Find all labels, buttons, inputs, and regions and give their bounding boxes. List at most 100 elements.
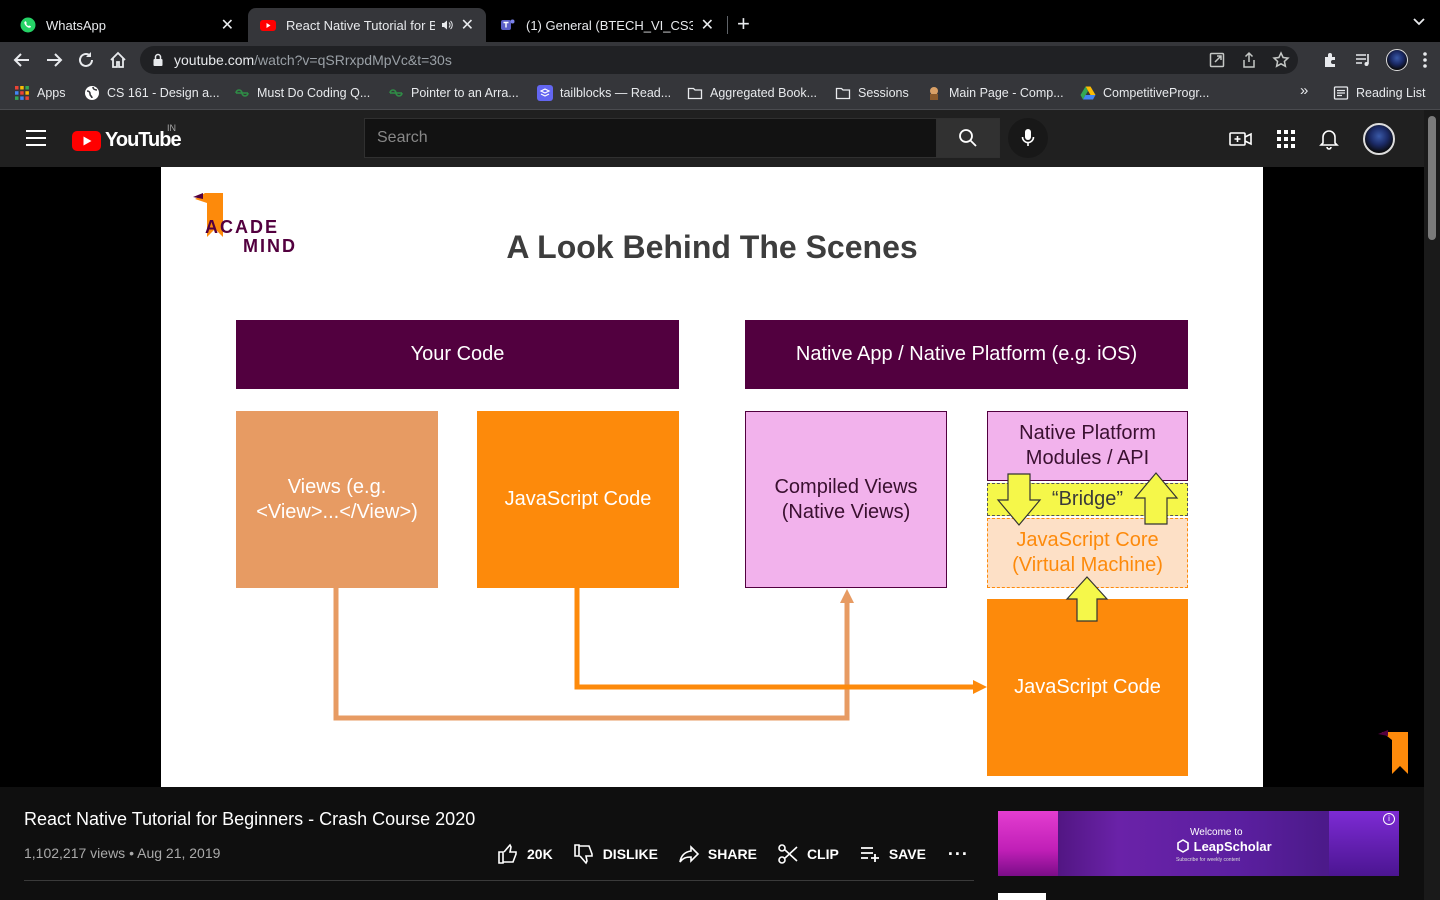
reading-list-button[interactable]: Reading List [1333, 85, 1426, 101]
account-avatar[interactable] [1363, 123, 1395, 155]
open-in-app-icon[interactable] [1208, 51, 1226, 69]
thumbs-down-icon [573, 844, 593, 865]
tab-teams[interactable]: (1) General (BTECH_VI_CS320 ✕ [488, 8, 726, 42]
profile-avatar[interactable] [1386, 49, 1408, 71]
ad-welcome-text: Welcome to [1190, 827, 1243, 838]
address-bar[interactable]: youtube.com/watch?v=qSRrxpdMpVc&t=30s [140, 46, 1298, 74]
whatsapp-icon [20, 17, 36, 33]
hamburger-menu-icon[interactable] [26, 129, 46, 147]
bookmark-label: CS 161 - Design a... [107, 86, 220, 100]
tab-youtube-active[interactable]: React Native Tutorial for Be ✕ [248, 8, 486, 42]
reload-icon[interactable] [76, 50, 96, 70]
dislike-button[interactable]: DISLIKE [573, 843, 658, 865]
youtube-header: YouTube IN [0, 110, 1440, 167]
view-count: 1,102,217 views [24, 845, 126, 861]
bookmark-aggregated[interactable]: Aggregated Book... [687, 85, 817, 101]
like-button[interactable]: 20K [497, 843, 553, 865]
scrollbar-thumb[interactable] [1428, 116, 1436, 240]
voice-search-button[interactable] [1008, 118, 1048, 158]
gfg-icon [235, 89, 249, 97]
apps-grid-icon[interactable] [1277, 130, 1295, 148]
ad-brand: LeapScholar [1176, 839, 1272, 854]
bookmark-competitive[interactable]: CompetitiveProgr... [1080, 85, 1209, 101]
new-tab-button[interactable]: + [737, 12, 750, 36]
microphone-icon [1021, 129, 1035, 146]
tab-title: WhatsApp [46, 17, 106, 33]
apps-grid-icon [15, 86, 29, 100]
bookmark-pointer-array[interactable]: Pointer to an Arra... [388, 85, 519, 101]
close-tab-icon[interactable]: ✕ [221, 15, 234, 35]
browser-tab-bar: WhatsApp ✕ React Native Tutorial for Be … [0, 0, 1440, 42]
ad-info-icon[interactable]: i [1383, 813, 1395, 825]
close-tab-icon[interactable]: ✕ [701, 15, 714, 35]
video-frame-slide[interactable]: ACADE MIND A Look Behind The Scenes Your… [161, 167, 1263, 787]
youtube-icon [260, 20, 276, 31]
close-tab-icon[interactable]: ✕ [461, 15, 474, 35]
search-input[interactable] [365, 119, 936, 157]
bookmark-label: Main Page - Comp... [949, 86, 1064, 100]
bookmarks-overflow-button[interactable]: » [1300, 82, 1308, 99]
speaker-icon[interactable] [441, 19, 453, 31]
tab-whatsapp[interactable]: WhatsApp ✕ [8, 8, 246, 42]
bookmark-apps[interactable]: Apps [14, 85, 66, 101]
forward-arrow-icon[interactable] [44, 50, 64, 70]
notifications-bell-icon[interactable] [1319, 128, 1339, 150]
playlist-add-icon [860, 847, 879, 862]
clip-button[interactable]: CLIP [777, 843, 839, 865]
more-actions-button[interactable]: ··· [948, 844, 969, 865]
leapscholar-logo-icon [1177, 839, 1189, 853]
media-control-icon[interactable] [1354, 51, 1372, 69]
ad-city-graphic [998, 811, 1058, 876]
bookmark-must-do[interactable]: Must Do Coding Q... [234, 85, 370, 101]
save-label: SAVE [888, 846, 926, 862]
teams-icon [501, 19, 515, 30]
bookmarks-bar: Apps CS 161 - Design a... Must Do Coding… [0, 78, 1440, 110]
youtube-play-icon [72, 130, 101, 151]
sidebar-ad-banner[interactable]: Welcome to LeapScholar Subscribe for wee… [998, 811, 1399, 876]
next-video-thumbnail[interactable] [998, 893, 1046, 900]
bookmark-sessions[interactable]: Sessions [835, 85, 909, 101]
tab-search-chevron-icon[interactable] [1412, 14, 1426, 28]
clip-label: CLIP [806, 846, 839, 862]
reading-list-label: Reading List [1356, 86, 1426, 100]
url-text: youtube.com/watch?v=qSRrxpdMpVc&t=30s [174, 52, 452, 68]
share-icon[interactable] [1240, 51, 1258, 69]
tab-title: (1) General (BTECH_VI_CS320 [526, 17, 693, 33]
country-code: IN [167, 123, 176, 133]
bridge-arrows [996, 472, 1179, 622]
share-arrow-icon [679, 845, 700, 863]
upload-date: Aug 21, 2019 [137, 845, 221, 861]
lock-icon[interactable] [152, 53, 164, 67]
tailblocks-icon [537, 85, 553, 101]
academind-watermark-icon[interactable] [1378, 730, 1412, 776]
folder-icon [687, 87, 703, 100]
ad-tagline: Subscribe for weekly content [1176, 857, 1240, 863]
bookmark-label: Sessions [858, 86, 909, 100]
video-actions: 20K DISLIKE SHARE CLIP SAVE ··· [497, 843, 969, 865]
video-meta: 1,102,217 views • Aug 21, 2019 [24, 845, 221, 861]
share-button[interactable]: SHARE [678, 843, 757, 865]
search-button[interactable] [936, 118, 1000, 158]
bookmark-main-page[interactable]: Main Page - Comp... [926, 85, 1064, 101]
share-label: SHARE [707, 846, 757, 862]
bookmark-cs161[interactable]: CS 161 - Design a... [84, 85, 220, 101]
bookmark-label: CompetitiveProgr... [1103, 86, 1210, 100]
back-arrow-icon[interactable] [12, 50, 32, 70]
create-video-icon[interactable] [1229, 129, 1253, 149]
ad-brand-text: LeapScholar [1193, 839, 1272, 854]
youtube-logo[interactable]: YouTube IN [72, 123, 182, 152]
home-icon[interactable] [108, 50, 128, 70]
thumbs-up-icon [498, 843, 517, 864]
save-button[interactable]: SAVE [859, 843, 926, 865]
bookmark-tailblocks[interactable]: tailblocks — Read... [537, 85, 671, 101]
extensions-puzzle-icon[interactable] [1322, 51, 1340, 69]
google-drive-icon [1080, 86, 1096, 100]
scissors-icon [778, 844, 798, 864]
kebab-menu-icon[interactable] [1422, 51, 1428, 69]
divider [24, 880, 974, 881]
tab-separator [727, 16, 728, 34]
search-box[interactable] [364, 118, 937, 158]
folder-icon [835, 87, 851, 100]
page-scrollbar[interactable] [1424, 110, 1440, 900]
bookmark-star-icon[interactable] [1272, 51, 1290, 69]
